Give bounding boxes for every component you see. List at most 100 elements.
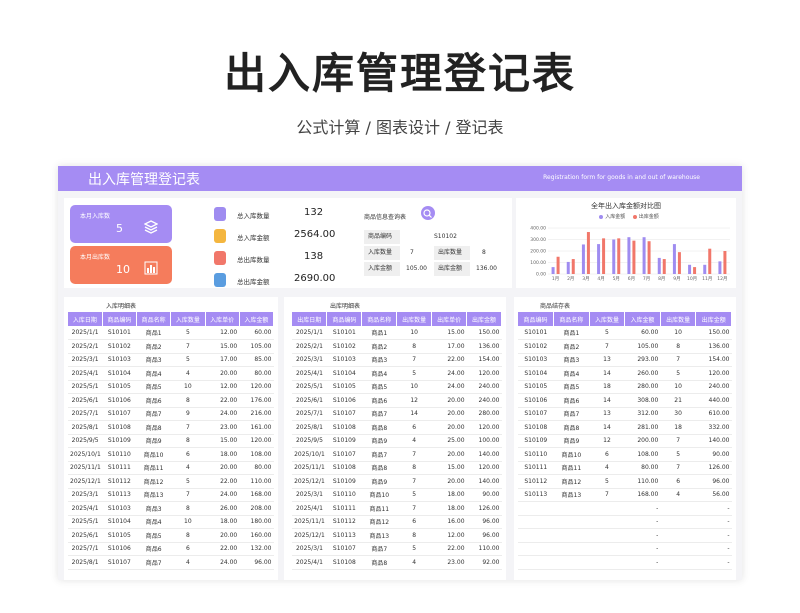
table-cell[interactable]: 2025/2/1 bbox=[292, 339, 327, 354]
table-cell[interactable]: 4 bbox=[660, 488, 696, 502]
table-cell[interactable]: 商品2 bbox=[136, 339, 171, 354]
table-cell[interactable]: S10111 bbox=[518, 461, 554, 475]
table-cell[interactable]: 9 bbox=[170, 407, 205, 421]
table-cell[interactable]: 4 bbox=[170, 366, 205, 381]
table-cell[interactable]: 5 bbox=[170, 474, 205, 489]
table-cell[interactable]: 4 bbox=[589, 461, 625, 475]
table-cell[interactable]: 7 bbox=[660, 461, 696, 475]
table-cell[interactable]: S10110 bbox=[102, 447, 137, 462]
table-cell[interactable]: 5 bbox=[589, 474, 625, 489]
table-cell[interactable]: S10107 bbox=[326, 447, 362, 462]
table-cell[interactable]: 商品8 bbox=[361, 555, 397, 570]
table-cell[interactable] bbox=[660, 515, 696, 529]
table-cell[interactable]: 160.00 bbox=[239, 528, 274, 543]
table-cell[interactable]: 2025/12/1 bbox=[68, 474, 103, 489]
table-cell[interactable]: 96.00 bbox=[695, 474, 732, 489]
column-header[interactable]: 商品名称 bbox=[136, 312, 172, 326]
table-cell[interactable] bbox=[660, 528, 696, 543]
table-cell[interactable]: S10103 bbox=[326, 353, 362, 367]
table-cell[interactable]: S10105 bbox=[518, 380, 554, 394]
table-cell[interactable]: S10112 bbox=[102, 474, 137, 489]
table-cell[interactable]: 商品1 bbox=[553, 326, 590, 340]
table-cell[interactable] bbox=[518, 528, 554, 543]
table-cell[interactable]: 6 bbox=[170, 542, 205, 556]
table-cell[interactable]: S10104 bbox=[518, 366, 554, 381]
table-cell[interactable]: 2025/11/1 bbox=[292, 461, 327, 475]
table-cell[interactable]: 商品7 bbox=[136, 555, 171, 570]
table-cell[interactable]: 80.00 bbox=[239, 461, 274, 475]
table-cell[interactable] bbox=[589, 528, 625, 543]
table-cell[interactable]: 商品8 bbox=[136, 420, 171, 435]
column-header[interactable]: 入库金额 bbox=[624, 312, 661, 326]
table-cell[interactable]: 商品7 bbox=[361, 542, 397, 556]
table-cell[interactable]: 108.00 bbox=[624, 447, 661, 462]
table-cell[interactable]: 2025/6/1 bbox=[292, 393, 327, 408]
table-cell[interactable]: 2025/8/1 bbox=[292, 420, 327, 435]
table-cell[interactable]: 8 bbox=[170, 393, 205, 408]
table-cell[interactable]: 商品4 bbox=[361, 366, 397, 381]
table-cell[interactable]: 240.00 bbox=[695, 380, 732, 394]
table-cell[interactable] bbox=[660, 555, 696, 570]
table-cell[interactable]: 13 bbox=[589, 407, 625, 421]
table-cell[interactable]: 2025/7/1 bbox=[68, 407, 103, 421]
table-cell[interactable]: S10108 bbox=[326, 420, 362, 435]
table-cell[interactable]: S10108 bbox=[326, 461, 362, 475]
table-cell[interactable]: 161.00 bbox=[239, 420, 274, 435]
table-cell[interactable]: 5 bbox=[170, 353, 205, 367]
table-cell[interactable]: 商品6 bbox=[136, 542, 171, 556]
table-cell[interactable]: 154.00 bbox=[466, 353, 502, 367]
table-cell[interactable]: S10102 bbox=[326, 339, 362, 354]
table-cell[interactable]: 商品3 bbox=[136, 353, 171, 367]
table-cell[interactable]: 60.00 bbox=[239, 326, 274, 340]
table-cell[interactable]: 8 bbox=[396, 461, 432, 475]
table-cell[interactable]: 180.00 bbox=[239, 515, 274, 529]
table-cell[interactable]: 2025/5/1 bbox=[68, 515, 103, 529]
table-cell[interactable]: 132.00 bbox=[239, 542, 274, 556]
table-cell[interactable]: S10108 bbox=[102, 420, 137, 435]
table-cell[interactable]: 商品5 bbox=[553, 380, 590, 394]
table-cell[interactable]: 2025/1/1 bbox=[68, 326, 103, 340]
table-cell[interactable]: S10102 bbox=[102, 339, 137, 354]
table-cell[interactable]: 2025/5/1 bbox=[292, 380, 327, 394]
table-cell[interactable]: 260.00 bbox=[624, 366, 661, 381]
table-cell[interactable]: 7 bbox=[170, 488, 205, 502]
table-cell[interactable]: 90.00 bbox=[695, 447, 732, 462]
table-cell[interactable] bbox=[553, 555, 590, 570]
table-cell[interactable]: S10106 bbox=[518, 393, 554, 408]
table-cell[interactable]: 商品3 bbox=[361, 353, 397, 367]
table-cell[interactable]: 商品11 bbox=[361, 501, 397, 516]
table-cell[interactable]: 2025/7/1 bbox=[292, 407, 327, 421]
table-cell[interactable]: S10104 bbox=[326, 366, 362, 381]
column-header[interactable]: 入库数量 bbox=[589, 312, 626, 326]
table-cell[interactable]: 4 bbox=[170, 461, 205, 475]
table-cell[interactable]: 商品4 bbox=[136, 366, 171, 381]
table-cell[interactable]: S10102 bbox=[518, 339, 554, 354]
table-cell[interactable]: 126.00 bbox=[695, 461, 732, 475]
table-cell[interactable]: 6 bbox=[589, 447, 625, 462]
table-cell[interactable]: 6 bbox=[396, 420, 432, 435]
table-cell[interactable]: 2025/4/1 bbox=[292, 555, 327, 570]
table-cell[interactable]: S10103 bbox=[102, 501, 137, 516]
column-header[interactable]: 入库单价 bbox=[205, 312, 240, 326]
table-cell[interactable]: 208.00 bbox=[239, 501, 274, 516]
table-cell[interactable]: 12.00 bbox=[205, 380, 240, 394]
table-cell[interactable]: 商品13 bbox=[136, 488, 171, 502]
table-cell[interactable]: 5 bbox=[396, 488, 432, 502]
table-cell[interactable]: 96.00 bbox=[466, 515, 502, 529]
table-cell[interactable]: 85.00 bbox=[239, 353, 274, 367]
table-cell[interactable]: 8 bbox=[660, 339, 696, 354]
table-cell[interactable]: 293.00 bbox=[624, 353, 661, 367]
table-cell[interactable]: - bbox=[624, 515, 661, 529]
table-cell[interactable]: 商品8 bbox=[361, 461, 397, 475]
table-cell[interactable]: 15.00 bbox=[205, 434, 240, 448]
table-cell[interactable]: - bbox=[695, 555, 732, 570]
table-cell[interactable]: S10101 bbox=[518, 326, 554, 340]
table-cell[interactable]: 24.00 bbox=[431, 366, 467, 381]
table-cell[interactable]: 110.00 bbox=[239, 474, 274, 489]
table-cell[interactable]: 18 bbox=[660, 420, 696, 435]
column-header[interactable]: 商品名称 bbox=[553, 312, 590, 326]
table-cell[interactable]: 10 bbox=[396, 326, 432, 340]
table-cell[interactable]: 5 bbox=[396, 366, 432, 381]
table-cell[interactable]: 商品13 bbox=[553, 488, 590, 502]
table-cell[interactable]: 8 bbox=[396, 528, 432, 543]
